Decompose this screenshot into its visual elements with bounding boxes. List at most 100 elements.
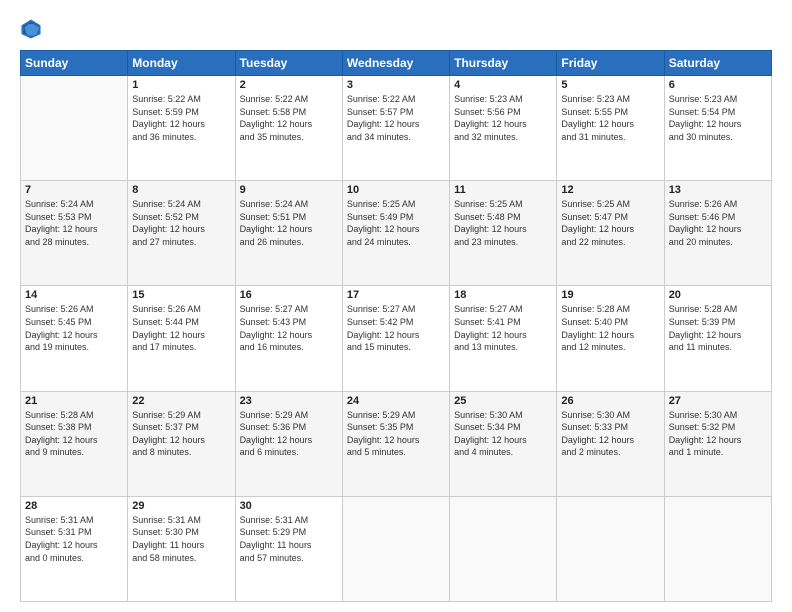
day-info: Sunrise: 5:24 AM Sunset: 5:51 PM Dayligh…: [240, 198, 338, 248]
calendar-cell: 23Sunrise: 5:29 AM Sunset: 5:36 PM Dayli…: [235, 391, 342, 496]
day-number: 7: [25, 184, 123, 196]
day-number: 4: [454, 79, 552, 91]
calendar-cell: [342, 496, 449, 601]
day-number: 21: [25, 395, 123, 407]
calendar-cell: 19 Sunrise: 5:28 AM Sunset: 5:40 PM Dayli…: [557, 286, 664, 391]
calendar-cell: 29 Sunrise: 5:31 AM Sunset: 5:30 PM Dayli…: [128, 496, 235, 601]
calendar-header-row: SundayMondayTuesdayWednesdayThursdayFrid…: [21, 51, 772, 76]
day-number: 18: [454, 289, 552, 301]
calendar-cell: 28 Sunrise: 5:31 AM Sunset: 5:31 PM Dayli…: [21, 496, 128, 601]
day-info: Sunrise: 5:27 AM Sunset: 5:41 PM Dayligh…: [454, 303, 552, 353]
day-number: 29: [132, 500, 230, 512]
calendar-cell: 6 Sunrise: 5:23 AM Sunset: 5:54 PM Daylig…: [664, 76, 771, 181]
calendar-week-row: 1 Sunrise: 5:22 AM Sunset: 5:59 PM Daylig…: [21, 76, 772, 181]
day-number: 9: [240, 184, 338, 196]
calendar-cell: 10 Sunrise: 5:25 AM Sunset: 5:49 PM Dayli…: [342, 181, 449, 286]
calendar-week-row: 21 Sunrise: 5:28 AM Sunset: 5:38 PM Dayli…: [21, 391, 772, 496]
calendar-cell: 4 Sunrise: 5:23 AM Sunset: 5:56 PM Daylig…: [450, 76, 557, 181]
day-number: 6: [669, 79, 767, 91]
header: [20, 18, 772, 40]
day-info: Sunrise: 5:27 AM Sunset: 5:42 PM Dayligh…: [347, 303, 445, 353]
calendar-cell: 20 Sunrise: 5:28 AM Sunset: 5:39 PM Dayli…: [664, 286, 771, 391]
day-info: Sunrise: 5:28 AM Sunset: 5:40 PM Dayligh…: [561, 303, 659, 353]
day-info: Sunrise: 5:30 AM Sunset: 5:34 PM Dayligh…: [454, 409, 552, 459]
day-header-tuesday: Tuesday: [235, 51, 342, 76]
day-info: Sunrise: 5:24 AM Sunset: 5:52 PM Dayligh…: [132, 198, 230, 248]
day-header-saturday: Saturday: [664, 51, 771, 76]
calendar-cell: 16 Sunrise: 5:27 AM Sunset: 5:43 PM Dayli…: [235, 286, 342, 391]
day-header-friday: Friday: [557, 51, 664, 76]
calendar-cell: 13Sunrise: 5:26 AM Sunset: 5:46 PM Dayli…: [664, 181, 771, 286]
day-number: 14: [25, 289, 123, 301]
logo: [20, 18, 46, 40]
calendar-cell: 9 Sunrise: 5:24 AM Sunset: 5:51 PM Daylig…: [235, 181, 342, 286]
day-number: 28: [25, 500, 123, 512]
day-info: Sunrise: 5:30 AM Sunset: 5:32 PM Dayligh…: [669, 409, 767, 459]
day-info: Sunrise: 5:23 AM Sunset: 5:54 PM Dayligh…: [669, 93, 767, 143]
calendar-cell: [450, 496, 557, 601]
calendar-cell: [557, 496, 664, 601]
day-info: Sunrise: 5:23 AM Sunset: 5:55 PM Dayligh…: [561, 93, 659, 143]
day-info: Sunrise: 5:26 AM Sunset: 5:46 PM Dayligh…: [669, 198, 767, 248]
day-info: Sunrise: 5:28 AM Sunset: 5:38 PM Dayligh…: [25, 409, 123, 459]
day-info: Sunrise: 5:22 AM Sunset: 5:58 PM Dayligh…: [240, 93, 338, 143]
calendar-cell: 18 Sunrise: 5:27 AM Sunset: 5:41 PM Dayli…: [450, 286, 557, 391]
calendar-table: SundayMondayTuesdayWednesdayThursdayFrid…: [20, 50, 772, 602]
calendar-week-row: 28 Sunrise: 5:31 AM Sunset: 5:31 PM Dayli…: [21, 496, 772, 601]
day-number: 1: [132, 79, 230, 91]
day-info: Sunrise: 5:22 AM Sunset: 5:59 PM Dayligh…: [132, 93, 230, 143]
day-info: Sunrise: 5:25 AM Sunset: 5:48 PM Dayligh…: [454, 198, 552, 248]
day-number: 26: [561, 395, 659, 407]
day-info: Sunrise: 5:26 AM Sunset: 5:45 PM Dayligh…: [25, 303, 123, 353]
day-number: 22: [132, 395, 230, 407]
day-info: Sunrise: 5:27 AM Sunset: 5:43 PM Dayligh…: [240, 303, 338, 353]
day-number: 12: [561, 184, 659, 196]
day-number: 27: [669, 395, 767, 407]
day-number: 5: [561, 79, 659, 91]
calendar-cell: 22 Sunrise: 5:29 AM Sunset: 5:37 PM Dayli…: [128, 391, 235, 496]
day-number: 2: [240, 79, 338, 91]
day-info: Sunrise: 5:24 AM Sunset: 5:53 PM Dayligh…: [25, 198, 123, 248]
day-number: 17: [347, 289, 445, 301]
day-header-wednesday: Wednesday: [342, 51, 449, 76]
calendar-cell: 1 Sunrise: 5:22 AM Sunset: 5:59 PM Daylig…: [128, 76, 235, 181]
day-info: Sunrise: 5:28 AM Sunset: 5:39 PM Dayligh…: [669, 303, 767, 353]
calendar-cell: 21 Sunrise: 5:28 AM Sunset: 5:38 PM Dayli…: [21, 391, 128, 496]
calendar-cell: 30 Sunrise: 5:31 AM Sunset: 5:29 PM Dayli…: [235, 496, 342, 601]
day-info: Sunrise: 5:31 AM Sunset: 5:30 PM Dayligh…: [132, 514, 230, 564]
day-number: 10: [347, 184, 445, 196]
calendar-cell: 2 Sunrise: 5:22 AM Sunset: 5:58 PM Daylig…: [235, 76, 342, 181]
page: SundayMondayTuesdayWednesdayThursdayFrid…: [0, 0, 792, 612]
day-header-monday: Monday: [128, 51, 235, 76]
calendar-cell: 25 Sunrise: 5:30 AM Sunset: 5:34 PM Dayli…: [450, 391, 557, 496]
day-info: Sunrise: 5:22 AM Sunset: 5:57 PM Dayligh…: [347, 93, 445, 143]
calendar-cell: 3 Sunrise: 5:22 AM Sunset: 5:57 PM Daylig…: [342, 76, 449, 181]
day-number: 20: [669, 289, 767, 301]
calendar-cell: 11 Sunrise: 5:25 AM Sunset: 5:48 PM Dayli…: [450, 181, 557, 286]
calendar-cell: [664, 496, 771, 601]
calendar-week-row: 7 Sunrise: 5:24 AM Sunset: 5:53 PM Daylig…: [21, 181, 772, 286]
day-info: Sunrise: 5:29 AM Sunset: 5:37 PM Dayligh…: [132, 409, 230, 459]
calendar-cell: 24Sunrise: 5:29 AM Sunset: 5:35 PM Dayli…: [342, 391, 449, 496]
day-info: Sunrise: 5:26 AM Sunset: 5:44 PM Dayligh…: [132, 303, 230, 353]
calendar-cell: 12Sunrise: 5:25 AM Sunset: 5:47 PM Dayli…: [557, 181, 664, 286]
calendar-cell: 26 Sunrise: 5:30 AM Sunset: 5:33 PM Dayli…: [557, 391, 664, 496]
day-info: Sunrise: 5:31 AM Sunset: 5:31 PM Dayligh…: [25, 514, 123, 564]
day-number: 16: [240, 289, 338, 301]
day-number: 30: [240, 500, 338, 512]
calendar-cell: 5 Sunrise: 5:23 AM Sunset: 5:55 PM Daylig…: [557, 76, 664, 181]
day-number: 25: [454, 395, 552, 407]
day-number: 15: [132, 289, 230, 301]
calendar-week-row: 14 Sunrise: 5:26 AM Sunset: 5:45 PM Dayli…: [21, 286, 772, 391]
day-number: 11: [454, 184, 552, 196]
day-info: Sunrise: 5:23 AM Sunset: 5:56 PM Dayligh…: [454, 93, 552, 143]
day-number: 19: [561, 289, 659, 301]
day-info: Sunrise: 5:30 AM Sunset: 5:33 PM Dayligh…: [561, 409, 659, 459]
calendar-cell: 27 Sunrise: 5:30 AM Sunset: 5:32 PM Dayli…: [664, 391, 771, 496]
day-info: Sunrise: 5:31 AM Sunset: 5:29 PM Dayligh…: [240, 514, 338, 564]
day-info: Sunrise: 5:29 AM Sunset: 5:35 PM Dayligh…: [347, 409, 445, 459]
day-number: 3: [347, 79, 445, 91]
calendar-cell: 7 Sunrise: 5:24 AM Sunset: 5:53 PM Daylig…: [21, 181, 128, 286]
day-info: Sunrise: 5:25 AM Sunset: 5:49 PM Dayligh…: [347, 198, 445, 248]
calendar-cell: 15 Sunrise: 5:26 AM Sunset: 5:44 PM Dayli…: [128, 286, 235, 391]
